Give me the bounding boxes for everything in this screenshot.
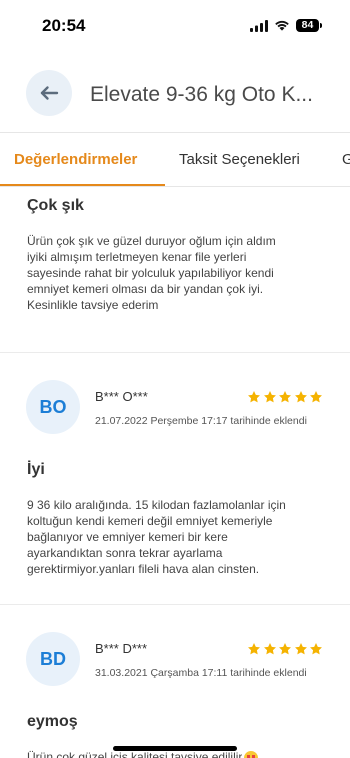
tab-installment-options[interactable]: Taksit Seçenekleri: [165, 133, 333, 186]
page-title: Elevate 9-36 kg Oto K...: [90, 83, 313, 106]
review-title: Çok şık: [27, 197, 84, 214]
tab-bar: Değerlendirmeler Taksit Seçenekleri G: [0, 133, 350, 187]
review-card: BO B*** O*** 21.07.2022 Perşembe 17:17 t…: [0, 353, 350, 604]
review-card: BD B*** D*** 31.03.2021 Çarşamba 17:11 t…: [0, 605, 350, 758]
review-body: Ürün çok şık ve güzel duruyor oğlum için…: [27, 234, 276, 312]
review-date: 31.03.2021 Çarşamba 17:11 tarihinde ekle…: [95, 667, 307, 679]
smiling-face-with-heart-eyes-icon: [244, 749, 260, 758]
home-indicator[interactable]: [113, 746, 237, 751]
cellular-signal-icon: [250, 20, 268, 32]
review-title: İyi: [27, 461, 45, 478]
star-icon: [279, 391, 291, 403]
star-icon: [310, 391, 322, 403]
review-body: 9 36 kilo aralığında. 15 kilodan fazlamo…: [27, 498, 286, 576]
rating-stars: [247, 390, 323, 404]
arrow-left-icon: [40, 86, 59, 100]
star-icon: [248, 643, 260, 655]
review-card: Çok şık Ürün çok şık ve güzel duruyor oğ…: [0, 187, 350, 352]
reviewer-name: B*** O***: [95, 389, 148, 404]
wifi-icon: [274, 19, 290, 31]
review-title: eymoş: [27, 713, 78, 730]
star-icon: [279, 643, 291, 655]
star-icon: [294, 643, 307, 655]
star-icon: [248, 391, 260, 403]
tab-more[interactable]: G: [333, 133, 350, 186]
reviewer-avatar: BO: [26, 380, 80, 434]
tab-reviews[interactable]: Değerlendirmeler: [0, 133, 165, 186]
star-icon: [310, 643, 322, 655]
battery-level: 84: [301, 19, 314, 31]
star-icon: [263, 391, 276, 403]
star-icon: [294, 391, 307, 403]
review-date: 21.07.2022 Perşembe 17:17 tarihinde ekle…: [95, 415, 307, 427]
rating-stars: [247, 642, 323, 656]
back-button[interactable]: [26, 70, 72, 116]
reviewer-name: B*** D***: [95, 641, 148, 656]
app-screen: 20:54 84 Elevate 9-36 kg Oto K... Değerl…: [0, 0, 350, 758]
battery-icon: 84: [296, 19, 319, 32]
reviewer-avatar: BD: [26, 632, 80, 686]
battery-cap: [320, 23, 322, 28]
star-icon: [263, 643, 276, 655]
status-time: 20:54: [42, 16, 86, 35]
